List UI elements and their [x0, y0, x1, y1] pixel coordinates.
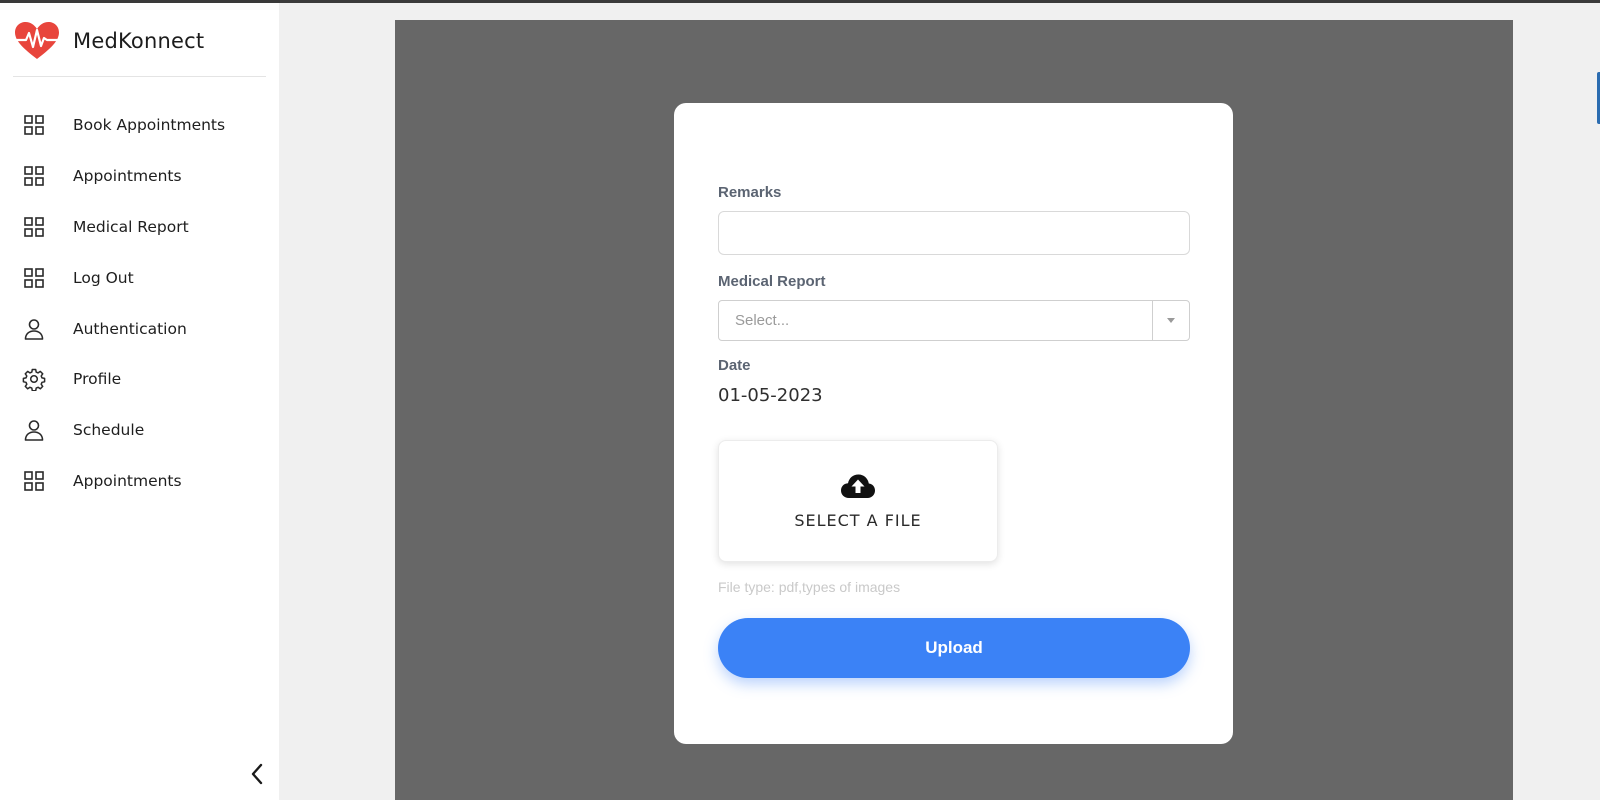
sidebar-item-authentication[interactable]: Authentication — [0, 303, 279, 354]
sidebar-item-profile[interactable]: Profile — [0, 354, 279, 405]
sidebar-item-label: Profile — [73, 370, 122, 389]
sidebar-item-label: Authentication — [73, 319, 187, 338]
user-icon — [22, 317, 46, 341]
app-name: MedKonnect — [73, 29, 205, 53]
remarks-label: Remarks — [718, 184, 782, 201]
date-label: Date — [718, 357, 751, 374]
grid-icon — [22, 266, 46, 290]
gear-icon — [22, 367, 46, 392]
remarks-input[interactable] — [718, 211, 1190, 255]
file-type-hint: File type: pdf,types of images — [718, 579, 901, 595]
user-icon — [22, 418, 46, 442]
grid-icon — [22, 469, 46, 493]
sidebar-item-label: Schedule — [73, 421, 145, 440]
sidebar-item-appointments[interactable]: Appointments — [0, 151, 279, 202]
medical-report-label: Medical Report — [718, 273, 826, 290]
sidebar-item-label: Appointments — [73, 167, 182, 186]
sidebar-item-medical-report[interactable]: Medical Report — [0, 202, 279, 253]
grid-icon — [22, 164, 46, 188]
date-value: 01-05-2023 — [718, 385, 823, 406]
medical-report-select-value: Select... — [735, 312, 790, 329]
sidebar-nav: Book Appointments Appointments Medical R… — [0, 100, 279, 506]
heart-pulse-icon — [15, 22, 59, 59]
upload-button[interactable]: Upload — [718, 618, 1190, 678]
select-file-button[interactable]: SELECT A FILE — [718, 440, 998, 562]
sidebar: MedKonnect Book Appointments Appointment… — [0, 3, 279, 800]
chevron-down-icon[interactable] — [1153, 301, 1189, 340]
sidebar-item-label: Book Appointments — [73, 116, 226, 135]
sidebar-item-label: Log Out — [73, 268, 134, 287]
sidebar-collapse-button[interactable] — [243, 760, 271, 788]
upload-report-modal: Remarks Medical Report Select... Date 01… — [674, 103, 1233, 744]
chevron-left-icon — [251, 763, 263, 785]
sidebar-item-book-appointments[interactable]: Book Appointments — [0, 100, 279, 151]
sidebar-item-schedule[interactable]: Schedule — [0, 405, 279, 456]
select-file-label: SELECT A FILE — [794, 510, 922, 530]
grid-icon — [22, 113, 46, 137]
sidebar-item-label: Appointments — [73, 471, 182, 490]
cloud-upload-icon — [841, 474, 875, 498]
sidebar-item-label: Medical Report — [73, 217, 189, 236]
grid-icon — [22, 215, 46, 239]
sidebar-item-log-out[interactable]: Log Out — [0, 252, 279, 303]
sidebar-item-appointments-2[interactable]: Appointments — [0, 456, 279, 507]
medical-report-select[interactable]: Select... — [718, 300, 1190, 341]
brand-divider — [13, 76, 266, 77]
brand[interactable]: MedKonnect — [14, 21, 204, 61]
